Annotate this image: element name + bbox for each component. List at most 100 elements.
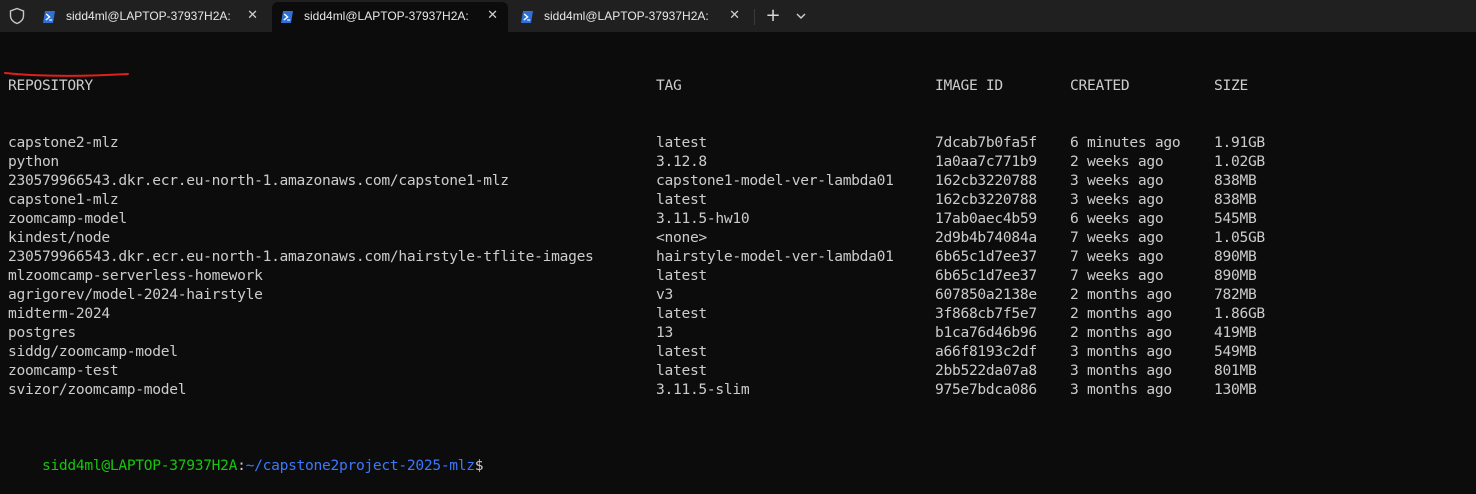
table-row: svizor/zoomcamp-model 3.11.5-slim 975e7bdc… — [8, 380, 1468, 399]
cell-size: 549MB — [1214, 343, 1257, 360]
cell-size: 419MB — [1214, 324, 1257, 341]
powershell-icon — [43, 11, 55, 23]
cell-image-id: 7dcab7b0fa5f — [935, 134, 1037, 151]
cell-created: 3 months ago — [1070, 381, 1172, 398]
cell-tag: <none> — [656, 229, 707, 246]
tab-1[interactable]: sidd4ml@LAPTOP-37937H2A: ✕ — [34, 2, 268, 32]
header-tag: TAG — [656, 77, 682, 94]
header-created: CREATED — [1070, 77, 1130, 94]
cell-tag: capstone1-model-ver-lambda01 — [656, 172, 894, 189]
tab-label: sidd4ml@LAPTOP-37937H2A: — [66, 9, 231, 23]
cell-tag: v3 — [656, 286, 673, 303]
tab-bar: sidd4ml@LAPTOP-37937H2A: ✕ sidd4ml@LAPTO… — [0, 0, 1476, 32]
cell-created: 2 months ago — [1070, 305, 1172, 322]
red-underline-annotation — [4, 72, 129, 77]
table-row: siddg/zoomcamp-model latest a66f8193c2df 3 … — [8, 342, 1468, 361]
table-row: zoomcamp-model 3.11.5-hw10 17ab0aec4b59 6 w… — [8, 209, 1468, 228]
tab-label: sidd4ml@LAPTOP-37937H2A: — [544, 9, 709, 23]
cell-tag: latest — [656, 362, 707, 379]
close-icon[interactable]: ✕ — [247, 8, 258, 24]
cell-created: 2 months ago — [1070, 324, 1172, 341]
cell-created: 3 months ago — [1070, 343, 1172, 360]
table-row: zoomcamp-test latest 2bb522da07a8 3 months … — [8, 361, 1468, 380]
cell-image-id: 607850a2138e — [935, 286, 1037, 303]
cell-repository: zoomcamp-model — [8, 210, 127, 227]
cell-image-id: b1ca76d46b96 — [935, 324, 1037, 341]
close-icon[interactable]: ✕ — [487, 8, 498, 24]
table-row: python 3.12.8 1a0aa7c771b9 2 weeks ago 1.02G… — [8, 152, 1468, 171]
cell-tag: latest — [656, 191, 707, 208]
cell-image-id: 1a0aa7c771b9 — [935, 153, 1037, 170]
cell-repository: 230579966543.dkr.ecr.eu-north-1.amazonaw… — [8, 172, 509, 189]
cell-size: 1.86GB — [1214, 305, 1265, 322]
cell-image-id: 975e7bdca086 — [935, 381, 1037, 398]
cell-created: 7 weeks ago — [1070, 229, 1164, 246]
cell-tag: latest — [656, 305, 707, 322]
cell-tag: 3.11.5-hw10 — [656, 210, 750, 227]
cell-tag: latest — [656, 134, 707, 151]
table-row: mlzoomcamp-serverless-homework latest 6b65… — [8, 266, 1468, 285]
cell-repository: capstone2-mlz — [8, 134, 119, 151]
cell-created: 7 weeks ago — [1070, 248, 1164, 265]
table-row: 230579966543.dkr.ecr.eu-north-1.amazonaw… — [8, 171, 1468, 190]
cell-created: 2 weeks ago — [1070, 153, 1164, 170]
cell-created: 3 months ago — [1070, 362, 1172, 379]
tab-2[interactable]: sidd4ml@LAPTOP-37937H2A: ✕ — [272, 2, 508, 32]
table-row: agrigorev/model-2024-hairstyle v3 607850a2… — [8, 285, 1468, 304]
table-row: kindest/node <none> 2d9b4b74084a 7 weeks ag… — [8, 228, 1468, 247]
cell-repository: siddg/zoomcamp-model — [8, 343, 178, 360]
cell-size: 1.91GB — [1214, 134, 1265, 151]
cell-image-id: 17ab0aec4b59 — [935, 210, 1037, 227]
cell-tag: hairstyle-model-ver-lambda01 — [656, 248, 894, 265]
cell-repository: agrigorev/model-2024-hairstyle — [8, 286, 263, 303]
close-icon[interactable]: ✕ — [729, 8, 740, 24]
cell-size: 890MB — [1214, 248, 1257, 265]
tab-divider — [754, 9, 755, 25]
header-size: SIZE — [1214, 77, 1248, 94]
cell-repository: 230579966543.dkr.ecr.eu-north-1.amazonaw… — [8, 248, 594, 265]
cell-size: 1.02GB — [1214, 153, 1265, 170]
table-header: REPOSITORY TAG IMAGE ID CREATED SIZE — [8, 76, 1468, 95]
cell-image-id: 162cb3220788 — [935, 191, 1037, 208]
prompt-path: ~/capstone2project-2025-mlz — [245, 457, 475, 474]
new-tab-button[interactable]: + — [762, 4, 784, 28]
table-row: midterm-2024 latest 3f868cb7f5e7 2 months a… — [8, 304, 1468, 323]
cell-created: 6 weeks ago — [1070, 210, 1164, 227]
cell-created: 6 minutes ago — [1070, 134, 1181, 151]
powershell-icon — [281, 11, 293, 23]
cell-repository: kindest/node — [8, 229, 110, 246]
cell-created: 7 weeks ago — [1070, 267, 1164, 284]
cell-repository: mlzoomcamp-serverless-homework — [8, 267, 263, 284]
cell-tag: 3.11.5-slim — [656, 381, 750, 398]
cell-created: 3 weeks ago — [1070, 172, 1164, 189]
shell-prompt[interactable]: sidd4ml@LAPTOP-37937H2A:~/capstone2proje… — [8, 437, 1468, 474]
cell-repository: postgres — [8, 324, 76, 341]
tab-3[interactable]: sidd4ml@LAPTOP-37937H2A: ✕ — [512, 2, 750, 32]
prompt-colon: : — [237, 457, 246, 474]
cell-image-id: 162cb3220788 — [935, 172, 1037, 189]
table-row: capstone2-mlz latest 7dcab7b0fa5f 6 minutes… — [8, 133, 1468, 152]
table-body: capstone2-mlz latest 7dcab7b0fa5f 6 minutes… — [8, 133, 1468, 399]
cell-created: 2 months ago — [1070, 286, 1172, 303]
cell-created: 3 weeks ago — [1070, 191, 1164, 208]
cell-tag: 3.12.8 — [656, 153, 707, 170]
tab-label: sidd4ml@LAPTOP-37937H2A: — [304, 9, 469, 23]
cell-image-id: 6b65c1d7ee37 — [935, 267, 1037, 284]
chevron-down-icon[interactable] — [792, 6, 810, 26]
cell-repository: svizor/zoomcamp-model — [8, 381, 187, 398]
scrollbar[interactable] — [1470, 32, 1476, 468]
cell-size: 782MB — [1214, 286, 1257, 303]
cell-size: 801MB — [1214, 362, 1257, 379]
cell-size: 130MB — [1214, 381, 1257, 398]
cell-image-id: 6b65c1d7ee37 — [935, 248, 1037, 265]
cell-repository: midterm-2024 — [8, 305, 110, 322]
cell-repository: capstone1-mlz — [8, 191, 119, 208]
cell-size: 1.05GB — [1214, 229, 1265, 246]
cell-image-id: a66f8193c2df — [935, 343, 1037, 360]
cell-size: 890MB — [1214, 267, 1257, 284]
cell-repository: python — [8, 153, 59, 170]
prompt-user-host: sidd4ml@LAPTOP-37937H2A — [41, 457, 238, 474]
prompt-symbol: $ — [474, 457, 484, 474]
terminal-output[interactable]: REPOSITORY TAG IMAGE ID CREATED SIZE cap… — [8, 38, 1468, 475]
cell-tag: latest — [656, 343, 707, 360]
